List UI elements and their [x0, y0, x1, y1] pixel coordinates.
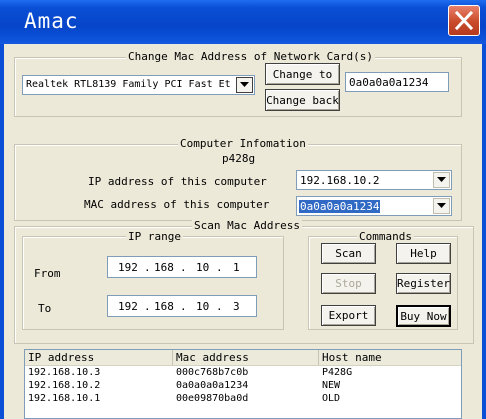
to-ip-octet-2: 168: [154, 300, 174, 313]
results-list[interactable]: IP address Mac address Host name 192.168…: [24, 349, 462, 419]
scan-button[interactable]: Scan: [321, 243, 376, 264]
table-row[interactable]: 192.168.10.3 000c768b7c0b P428G: [25, 366, 461, 379]
from-label: From: [34, 267, 61, 280]
mac-dropdown-button[interactable]: [433, 198, 450, 214]
help-button[interactable]: Help: [396, 243, 451, 264]
from-ip-octet-3: 10: [196, 261, 210, 274]
ip-dot: .: [216, 300, 223, 313]
export-button[interactable]: Export: [321, 305, 376, 326]
to-ip-octet-4: 3: [233, 300, 240, 313]
to-ip-octet-1: 192: [118, 300, 138, 313]
ip-address-select[interactable]: 192.168.10.2: [296, 170, 452, 190]
ip-dot: .: [180, 300, 187, 313]
from-ip-octet-2: 168: [154, 261, 174, 274]
column-header-mac-address[interactable]: Mac address: [173, 350, 319, 365]
from-ip-octet-1: 192: [118, 261, 138, 274]
hostname-label: p428g: [222, 152, 256, 165]
mac-address-select[interactable]: 0a0a0a0a1234: [296, 196, 452, 216]
scan-group-title: Scan Mac Address: [192, 219, 302, 232]
register-button[interactable]: Register: [396, 273, 451, 294]
title-bar[interactable]: Amac: [0, 0, 486, 44]
row-mac-cell: 00e09870ba0d: [176, 393, 249, 404]
window-title: Amac: [24, 9, 79, 33]
change-to-button[interactable]: Change to: [265, 63, 340, 85]
new-mac-input[interactable]: 0a0a0a0a1234: [345, 72, 449, 92]
from-ip-input[interactable]: 192 . 168 . 10 . 1: [107, 256, 257, 278]
app-window: Amac Change Mac Address of Network Card(…: [0, 0, 486, 419]
chevron-down-icon: [437, 203, 446, 208]
window-border-right: [482, 44, 486, 419]
close-button[interactable]: [448, 5, 480, 36]
row-host-cell: P428G: [322, 367, 353, 378]
row-mac-cell: 0a0a0a0a1234: [176, 380, 249, 391]
row-ip-cell: 192.168.10.2: [28, 380, 101, 391]
column-header-host-name[interactable]: Host name: [319, 350, 461, 365]
ip-dropdown-button[interactable]: [433, 172, 450, 188]
row-host-cell: NEW: [322, 380, 341, 391]
commands-group-title: Commands: [357, 230, 414, 243]
window-border-left: [0, 44, 4, 419]
change-mac-group-title: Change Mac Address of Network Card(s): [126, 50, 376, 63]
chevron-down-icon: [240, 82, 249, 87]
new-mac-input-value: 0a0a0a0a1234: [349, 76, 429, 89]
adapter-select[interactable]: Realtek RTL8139 Family PCI Fast Et: [22, 75, 255, 95]
to-ip-octet-3: 10: [196, 300, 210, 313]
row-ip-cell: 192.168.10.1: [28, 393, 101, 404]
adapter-dropdown-button[interactable]: [236, 77, 253, 93]
computer-info-group-title: Computer Infomation: [178, 137, 308, 150]
ip-address-select-value: 192.168.10.2: [300, 174, 380, 187]
to-label: To: [38, 302, 52, 315]
ip-address-label: IP address of this computer: [88, 175, 267, 188]
from-ip-octet-4: 1: [233, 261, 240, 274]
mac-address-select-value: 0a0a0a0a1234: [299, 200, 381, 213]
to-ip-input[interactable]: 192 . 168 . 10 . 3: [107, 295, 257, 317]
ip-dot: .: [144, 300, 151, 313]
adapter-select-value: Realtek RTL8139 Family PCI Fast Et: [26, 79, 231, 90]
row-ip-cell: 192.168.10.3: [28, 367, 101, 378]
ip-dot: .: [144, 261, 151, 274]
ip-dot: .: [216, 261, 223, 274]
row-host-cell: OLD: [322, 393, 341, 404]
chevron-down-icon: [437, 177, 446, 182]
ip-range-group-title: IP range: [126, 230, 183, 243]
table-row[interactable]: 192.168.10.1 00e09870ba0d OLD: [25, 392, 461, 405]
mac-address-label: MAC address of this computer: [84, 198, 270, 211]
ip-dot: .: [180, 261, 187, 274]
row-mac-cell: 000c768b7c0b: [176, 367, 249, 378]
buy-now-button[interactable]: Buy Now: [396, 305, 451, 327]
close-icon: [454, 10, 474, 31]
results-list-header: IP address Mac address Host name: [25, 350, 461, 366]
table-row[interactable]: 192.168.10.2 0a0a0a0a1234 NEW: [25, 379, 461, 392]
stop-button[interactable]: Stop: [321, 273, 376, 294]
column-header-ip-address[interactable]: IP address: [25, 350, 173, 365]
change-back-button[interactable]: Change back: [265, 89, 340, 111]
